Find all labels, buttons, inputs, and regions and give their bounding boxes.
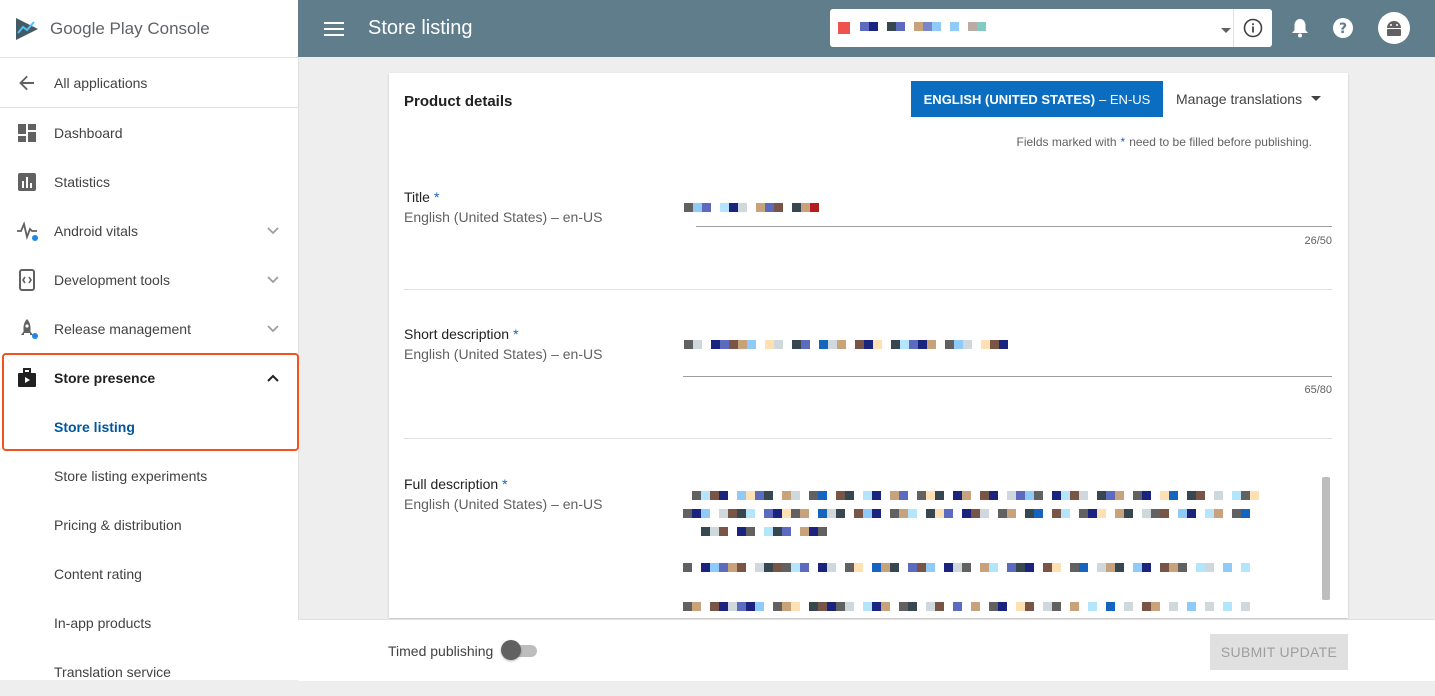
- sidebar-subitem-pricing-distribution[interactable]: Pricing & distribution: [0, 500, 298, 549]
- chevron-down-icon[interactable]: [258, 226, 288, 236]
- dropdown-arrow-icon: [1310, 95, 1322, 103]
- text-line-redacted: [683, 563, 1250, 572]
- title-field: Title * English (United States) – en-US 2…: [404, 189, 1332, 259]
- sidebar-item-label: Statistics: [54, 173, 111, 190]
- notification-dot-icon: [32, 332, 38, 339]
- sidebar-subitem-in-app-products[interactable]: In-app products: [0, 598, 298, 647]
- manage-translations-dropdown[interactable]: Manage translations: [1176, 81, 1322, 117]
- app-name-redacted: [838, 12, 1038, 44]
- chevron-down-icon[interactable]: [258, 324, 288, 334]
- info-icon[interactable]: [1233, 9, 1272, 47]
- toggle-thumb: [501, 640, 521, 660]
- sidebar-item-statistics[interactable]: Statistics: [0, 157, 298, 206]
- pulse-icon: [14, 218, 40, 244]
- hamburger-menu-icon[interactable]: [320, 15, 348, 43]
- field-language: English (United States) – en-US: [404, 209, 603, 225]
- help-icon[interactable]: ?: [1329, 14, 1357, 42]
- language-label: ENGLISH (UNITED STATES): [923, 91, 1096, 107]
- brand-header[interactable]: Google Play Console: [0, 0, 298, 58]
- text-line-redacted: [683, 509, 1259, 518]
- play-console-logo-icon: [14, 16, 40, 42]
- language-selector-button[interactable]: ENGLISH (UNITED STATES) – EN-US: [911, 81, 1163, 117]
- title-input-underline: [696, 226, 1332, 227]
- sidebar-item-store-presence[interactable]: Store presence: [0, 353, 298, 402]
- text-line-redacted: [683, 491, 1259, 500]
- sidebar-item-development-tools[interactable]: Development tools: [0, 255, 298, 304]
- sidebar-subitem-store-listing[interactable]: Store listing: [0, 402, 298, 451]
- sidebar-item-label: Store presence: [54, 369, 156, 386]
- short-description-input[interactable]: [684, 334, 1008, 354]
- field-label: Short description *: [404, 326, 519, 342]
- code-icon: [14, 267, 40, 293]
- bottom-action-bar: Timed publishing SUBMIT UPDATE: [298, 619, 1435, 681]
- timed-publishing-toggle[interactable]: [501, 640, 537, 660]
- top-app-bar: Store listing ?: [298, 0, 1435, 57]
- bell-icon[interactable]: [1286, 14, 1314, 42]
- brand-name: Google Play Console: [50, 18, 210, 38]
- field-label: Title *: [404, 189, 440, 205]
- short-description-char-counter: 65/80: [1304, 384, 1332, 396]
- briefcase-play-icon: [14, 365, 40, 391]
- title-input[interactable]: [684, 197, 819, 217]
- required-fields-note: Fields marked with * need to be filled bef…: [1016, 135, 1312, 149]
- sidebar-item-label: Development tools: [54, 271, 170, 288]
- manage-translations-label: Manage translations: [1176, 91, 1303, 107]
- field-label: Full description *: [404, 476, 508, 492]
- text-line-redacted: [683, 527, 827, 536]
- divider: [404, 438, 1332, 439]
- section-heading: Product details: [404, 93, 513, 110]
- short-description-input-underline: [683, 376, 1332, 377]
- full-description-scrollbar[interactable]: [1322, 477, 1330, 600]
- rocket-icon: [14, 316, 40, 342]
- short-description-field: Short description * English (United State…: [404, 326, 1332, 396]
- chevron-up-icon[interactable]: [258, 373, 288, 383]
- arrow-back-icon: [14, 70, 40, 96]
- title-char-counter: 26/50: [1304, 235, 1332, 247]
- sidebar-item-label: Android vitals: [54, 222, 139, 239]
- dropdown-arrow-icon: [1220, 22, 1232, 40]
- notification-dot-icon: [32, 234, 38, 241]
- chevron-down-icon[interactable]: [258, 275, 288, 285]
- language-code: – EN-US: [1099, 91, 1151, 107]
- bar-chart-icon: [14, 169, 40, 195]
- sidebar-item-dashboard[interactable]: Dashboard: [0, 108, 298, 157]
- divider: [404, 289, 1332, 290]
- sidebar-subitem-store-listing-experiments[interactable]: Store listing experiments: [0, 451, 298, 500]
- all-applications-label: All applications: [54, 74, 148, 91]
- sidebar-subitem-translation-service[interactable]: Translation service: [0, 647, 298, 696]
- sidebar-item-label: Dashboard: [54, 124, 123, 141]
- field-language: English (United States) – en-US: [404, 346, 603, 362]
- page-title: Store listing: [368, 17, 473, 39]
- sidebar: Google Play Console All applications Das…: [0, 0, 299, 680]
- product-details-card: Product details ENGLISH (UNITED STATES) …: [389, 73, 1348, 618]
- submit-update-button[interactable]: SUBMIT UPDATE: [1210, 634, 1348, 670]
- sidebar-item-label: Release management: [54, 320, 191, 337]
- sidebar-item-release-management[interactable]: Release management: [0, 304, 298, 353]
- all-applications-link[interactable]: All applications: [0, 58, 298, 108]
- field-language: English (United States) – en-US: [404, 496, 603, 512]
- sidebar-item-android-vitals[interactable]: Android vitals: [0, 206, 298, 255]
- sidebar-subitem-content-rating[interactable]: Content rating: [0, 549, 298, 598]
- account-avatar-icon[interactable]: [1378, 12, 1410, 44]
- timed-publishing-label: Timed publishing: [388, 643, 494, 659]
- svg-text:?: ?: [1339, 21, 1347, 37]
- app-selector-dropdown[interactable]: [830, 9, 1272, 47]
- text-line-redacted: [683, 602, 1250, 611]
- dashboard-icon: [14, 120, 40, 146]
